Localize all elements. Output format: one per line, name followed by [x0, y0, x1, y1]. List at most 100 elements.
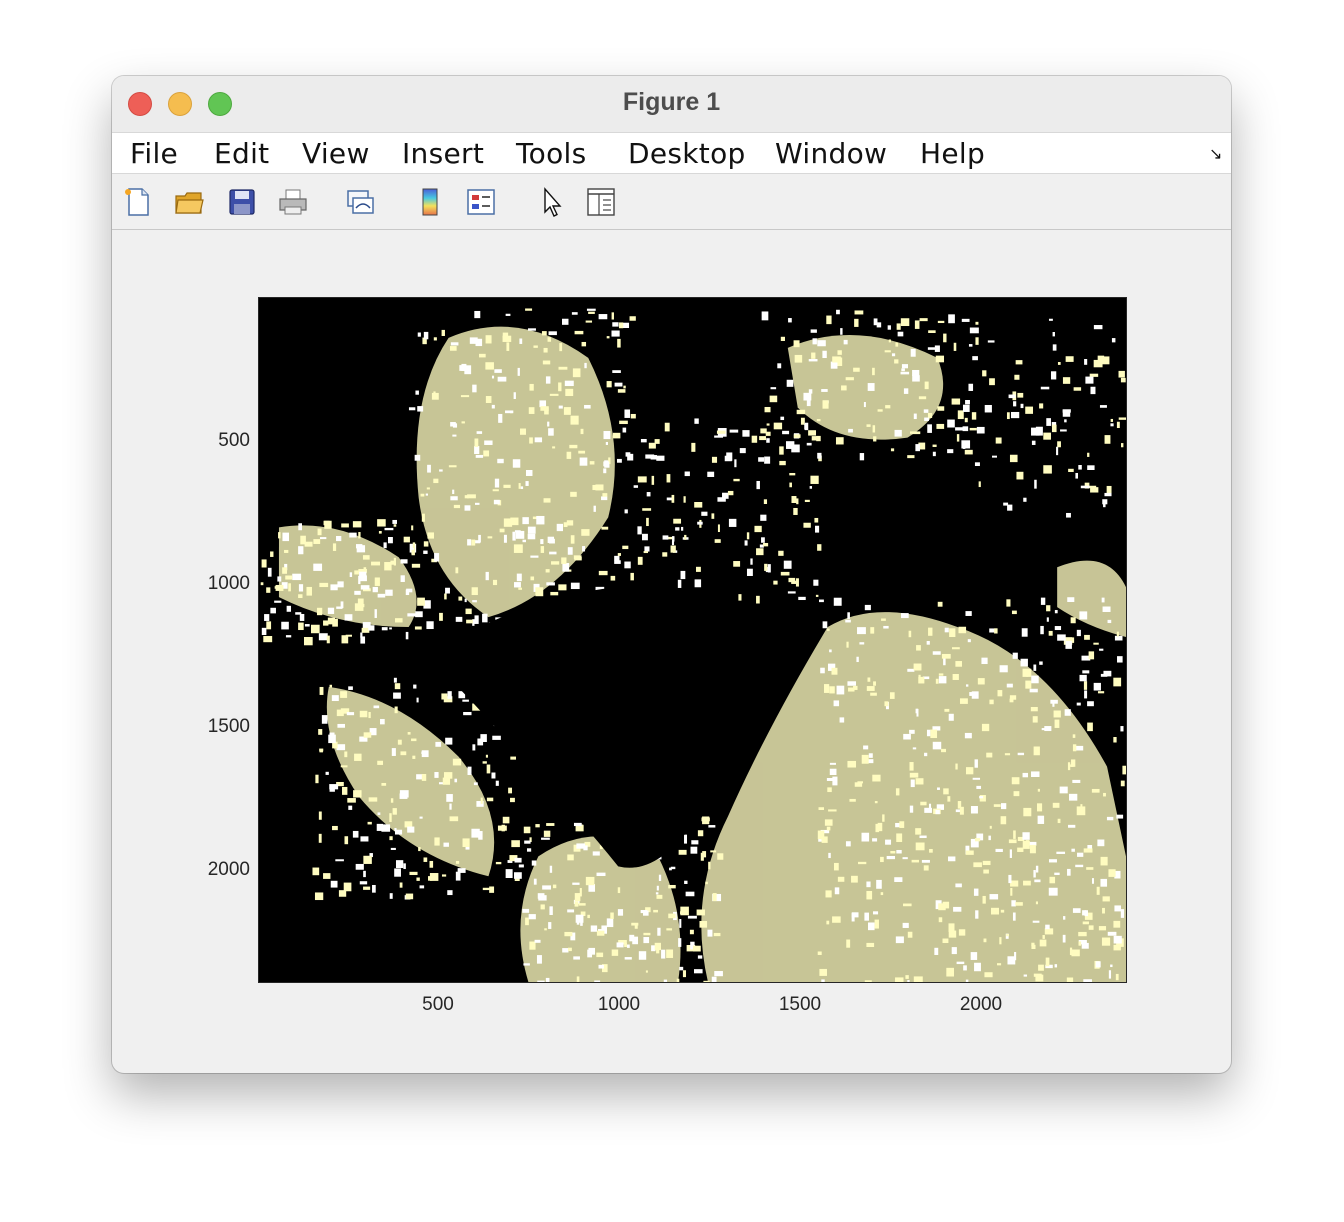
speckle-mark	[1086, 867, 1094, 870]
menu-file[interactable]: File	[130, 137, 178, 170]
speckle-mark	[332, 618, 338, 627]
legend-icon[interactable]	[465, 186, 497, 218]
speckle-mark	[1102, 896, 1110, 902]
menu-help[interactable]: Help	[920, 137, 985, 170]
speckle-mark	[610, 912, 614, 919]
speckle-mark	[1007, 956, 1016, 965]
speckle-mark	[1000, 816, 1007, 825]
speckle-mark	[1045, 957, 1050, 967]
speckle-mark	[529, 383, 534, 391]
speckle-mark	[750, 558, 753, 565]
speckle-mark	[714, 539, 721, 543]
speckle-mark	[443, 842, 449, 847]
speckle-mark	[833, 862, 839, 871]
speckle-mark	[304, 624, 310, 627]
open-file-icon[interactable]	[173, 186, 205, 218]
speckle-mark	[433, 337, 437, 341]
speckle-mark	[531, 860, 537, 866]
speckle-mark	[618, 322, 624, 329]
speckle-mark	[835, 437, 844, 445]
speckle-mark	[1095, 961, 1101, 968]
speckle-mark	[902, 922, 909, 928]
speckle-mark	[566, 520, 574, 526]
speckle-mark	[355, 544, 363, 549]
speckle-mark	[474, 445, 480, 455]
save-icon[interactable]	[226, 186, 258, 218]
speckle-mark	[475, 454, 484, 458]
speckle-mark	[550, 591, 559, 596]
speckle-mark	[570, 582, 580, 590]
speckle-mark	[472, 384, 477, 393]
speckle-mark	[1006, 599, 1011, 607]
speckle-mark	[989, 699, 994, 705]
speckle-mark	[415, 390, 419, 395]
edit-plot-pointer-icon[interactable]	[536, 186, 568, 218]
speckle-mark	[823, 684, 830, 693]
speckle-mark	[1101, 937, 1111, 946]
speckle-mark	[513, 392, 516, 400]
speckle-mark	[970, 806, 978, 814]
speckle-mark	[528, 407, 535, 414]
speckle-mark	[1068, 468, 1074, 472]
speckle-mark	[751, 435, 758, 443]
speckle-mark	[894, 877, 903, 882]
dock-arrow-icon[interactable]: ↘	[1209, 144, 1222, 164]
speckle-mark	[1026, 674, 1029, 677]
speckle-mark	[1087, 722, 1093, 732]
speckle-mark	[804, 499, 810, 503]
menu-view[interactable]: View	[302, 137, 370, 170]
speckle-mark	[354, 753, 362, 761]
speckle-mark	[779, 446, 784, 455]
property-inspector-icon[interactable]	[585, 186, 617, 218]
speckle-mark	[770, 387, 777, 390]
speckle-mark	[1037, 815, 1045, 824]
speckle-mark	[1009, 454, 1018, 463]
speckle-mark	[630, 413, 636, 419]
speckle-mark	[817, 452, 822, 459]
menu-tools[interactable]: Tools	[516, 137, 586, 170]
speckle-mark	[1113, 677, 1122, 687]
link-plot-icon[interactable]	[344, 186, 376, 218]
speckle-mark	[907, 931, 913, 938]
speckle-mark	[403, 863, 406, 870]
speckle-mark	[299, 613, 305, 621]
ytick-label: 1500	[207, 716, 250, 737]
speckle-mark	[923, 409, 929, 413]
speckle-mark	[1115, 973, 1119, 981]
menu-desktop[interactable]: Desktop	[628, 137, 746, 170]
speckle-mark	[727, 490, 734, 496]
speckle-mark	[872, 425, 876, 433]
speckle-mark	[281, 621, 289, 630]
speckle-mark	[789, 472, 796, 476]
speckle-mark	[405, 893, 414, 900]
speckle-mark	[1110, 964, 1113, 968]
speckle-mark	[393, 692, 401, 699]
speckle-mark	[1017, 392, 1024, 398]
colorbar-icon[interactable]	[414, 186, 446, 218]
image-plot[interactable]	[258, 297, 1127, 983]
speckle-mark	[1022, 772, 1029, 778]
menu-window[interactable]: Window	[775, 137, 887, 170]
speckle-mark	[368, 711, 371, 719]
print-icon[interactable]	[277, 186, 309, 218]
menu-edit[interactable]: Edit	[214, 137, 269, 170]
speckle-mark	[610, 575, 616, 581]
speckle-mark	[728, 518, 737, 527]
speckle-mark	[417, 406, 424, 412]
speckle-mark	[1062, 409, 1071, 417]
speckle-mark	[780, 571, 790, 576]
menu-insert[interactable]: Insert	[402, 137, 484, 170]
speckle-mark	[449, 346, 457, 351]
speckle-mark	[570, 535, 575, 544]
speckle-mark	[821, 836, 828, 843]
speckle-mark	[1090, 487, 1099, 493]
speckle-mark	[812, 338, 817, 345]
speckle-mark	[537, 980, 545, 982]
speckle-mark	[596, 930, 605, 936]
speckle-mark	[969, 692, 977, 696]
speckle-mark	[754, 525, 762, 533]
speckle-mark	[478, 353, 486, 358]
new-figure-icon[interactable]	[122, 186, 154, 218]
speckle-mark	[340, 691, 348, 698]
speckle-mark	[348, 686, 353, 690]
